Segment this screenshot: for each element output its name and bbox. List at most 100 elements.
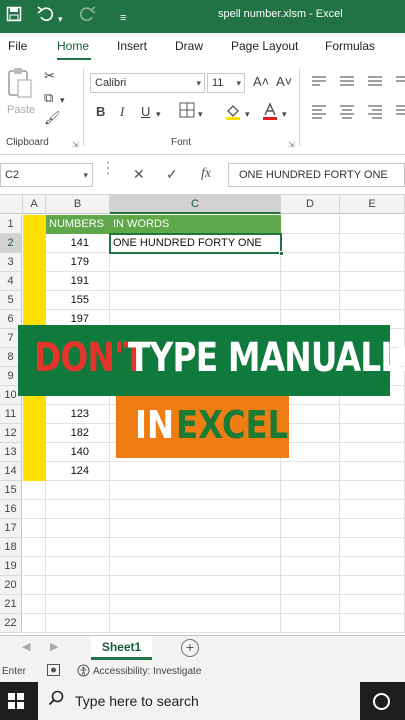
fill-handle[interactable] [279, 251, 284, 256]
cell-e2[interactable] [340, 234, 405, 253]
cell-e22[interactable] [340, 614, 405, 633]
cortana-icon[interactable] [373, 693, 390, 710]
cell-b20[interactable] [46, 576, 110, 595]
windows-start-icon[interactable] [8, 693, 24, 709]
cell-d4[interactable] [281, 272, 340, 291]
cell-c3[interactable] [110, 253, 281, 272]
row-header-21[interactable]: 21 [0, 595, 22, 614]
save-icon[interactable] [6, 6, 22, 28]
cell-c22[interactable] [110, 614, 281, 633]
cell-e3[interactable] [340, 253, 405, 272]
cancel-entry-icon[interactable]: ✕ [133, 165, 145, 183]
accessibility-icon[interactable] [77, 664, 90, 680]
cell-b4[interactable]: 191 [46, 272, 110, 291]
font-launcher-icon[interactable]: ⇲ [288, 137, 295, 153]
column-header-c[interactable]: C [110, 195, 281, 214]
macro-record-icon[interactable] [47, 664, 60, 679]
italic-button[interactable]: I [120, 104, 124, 120]
select-all-corner[interactable] [0, 195, 23, 214]
cell-d15[interactable] [281, 481, 340, 500]
cell-d18[interactable] [281, 538, 340, 557]
cell-d13[interactable] [281, 443, 340, 462]
borders-icon[interactable] [179, 102, 195, 122]
undo-icon[interactable] [37, 6, 55, 28]
column-header-e[interactable]: E [340, 195, 405, 214]
cell-e18[interactable] [340, 538, 405, 557]
cell-e20[interactable] [340, 576, 405, 595]
row-header-12[interactable]: 12 [0, 424, 22, 443]
cell-b21[interactable] [46, 595, 110, 614]
cell-b16[interactable] [46, 500, 110, 519]
fill-color-icon[interactable] [224, 102, 242, 124]
cell-d16[interactable] [281, 500, 340, 519]
undo-dropdown-icon[interactable]: ▾ [58, 9, 63, 29]
cell-d19[interactable] [281, 557, 340, 576]
cell-b11[interactable]: 123 [46, 405, 110, 424]
cell-a19[interactable] [23, 557, 46, 576]
row-header-1[interactable]: 1 [0, 215, 22, 234]
font-color-icon[interactable] [262, 102, 278, 124]
cell-b17[interactable] [46, 519, 110, 538]
scroll-right-icon[interactable]: ▶ [50, 640, 58, 653]
customize-quick-access-icon[interactable]: ≡ [120, 8, 126, 28]
cell-c18[interactable] [110, 538, 281, 557]
cell-e21[interactable] [340, 595, 405, 614]
cell-d21[interactable] [281, 595, 340, 614]
cell-b18[interactable] [46, 538, 110, 557]
cell-c21[interactable] [110, 595, 281, 614]
borders-dropdown-icon[interactable]: ▾ [198, 106, 203, 122]
cell-c15[interactable] [110, 481, 281, 500]
paste-button[interactable]: Paste [6, 66, 36, 126]
copy-dropdown-icon[interactable]: ▾ [60, 92, 65, 108]
row-header-4[interactable]: 4 [0, 272, 22, 291]
clipboard-launcher-icon[interactable]: ⇲ [72, 137, 79, 153]
redo-icon[interactable] [78, 6, 96, 28]
format-painter-icon[interactable]: 🖌 [44, 110, 61, 126]
name-box[interactable]: C2 ▾ [0, 163, 93, 187]
cell-d5[interactable] [281, 291, 340, 310]
cell-e12[interactable] [340, 424, 405, 443]
cell-d11[interactable] [281, 405, 340, 424]
cell-b15[interactable] [46, 481, 110, 500]
cell-d1[interactable] [281, 215, 340, 234]
decrease-font-size-button[interactable]: A˅ [276, 74, 292, 90]
cell-e1[interactable] [340, 215, 405, 234]
row-header-3[interactable]: 3 [0, 253, 22, 272]
cell-a21[interactable] [23, 595, 46, 614]
row-header-22[interactable]: 22 [0, 614, 22, 633]
cell-e19[interactable] [340, 557, 405, 576]
in-words-header-cell[interactable]: IN WORDS [110, 215, 281, 234]
more-options-icon[interactable]: ⋮ [100, 160, 116, 178]
cell-e4[interactable] [340, 272, 405, 291]
cell-d20[interactable] [281, 576, 340, 595]
row-header-13[interactable]: 13 [0, 443, 22, 462]
tab-formulas[interactable]: Formulas [325, 39, 375, 53]
column-header-a[interactable]: A [23, 195, 46, 214]
row-header-5[interactable]: 5 [0, 291, 22, 310]
cell-c20[interactable] [110, 576, 281, 595]
tab-draw[interactable]: Draw [175, 39, 203, 53]
cell-e5[interactable] [340, 291, 405, 310]
cell-e11[interactable] [340, 405, 405, 424]
cell-e14[interactable] [340, 462, 405, 481]
row-header-19[interactable]: 19 [0, 557, 22, 576]
cell-b12[interactable]: 182 [46, 424, 110, 443]
row-header-18[interactable]: 18 [0, 538, 22, 557]
cell-d14[interactable] [281, 462, 340, 481]
cell-b14[interactable]: 124 [46, 462, 110, 481]
underline-button[interactable]: U [141, 104, 150, 120]
cell-c19[interactable] [110, 557, 281, 576]
cell-a16[interactable] [23, 500, 46, 519]
increase-font-size-button[interactable]: A˄ [253, 74, 269, 90]
cell-b2[interactable]: 141 [46, 234, 110, 253]
tab-page-layout[interactable]: Page Layout [231, 39, 298, 53]
insert-function-icon[interactable]: fx [201, 165, 211, 183]
cell-d22[interactable] [281, 614, 340, 633]
cell-d3[interactable] [281, 253, 340, 272]
cell-b13[interactable]: 140 [46, 443, 110, 462]
tab-home[interactable]: Home [57, 39, 89, 53]
cell-d2[interactable] [281, 234, 340, 253]
cell-e17[interactable] [340, 519, 405, 538]
accessibility-status[interactable]: Accessibility: Investigate [93, 666, 201, 677]
cell-d12[interactable] [281, 424, 340, 443]
